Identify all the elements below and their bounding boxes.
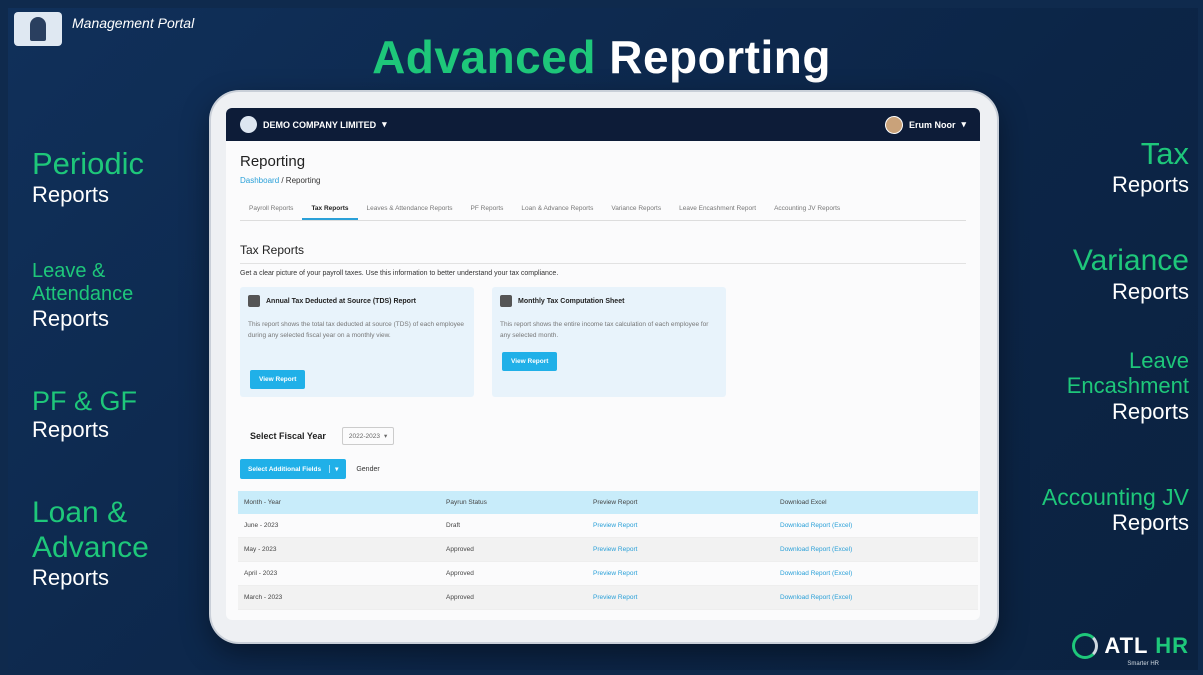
title-white: Reporting [609, 31, 831, 83]
download-report-link[interactable]: Download Report (Excel) [774, 537, 978, 562]
app-content: Reporting Dashboard / Reporting Payroll … [226, 141, 980, 620]
table-row: April - 2023 Approved Preview Report Dow… [238, 561, 978, 586]
tab-payroll-reports[interactable]: Payroll Reports [240, 199, 302, 220]
label-pf-gf: PF & GF Reports [32, 386, 138, 443]
tab-loan-advance-reports[interactable]: Loan & Advance Reports [512, 199, 602, 220]
printer-icon [500, 295, 512, 307]
label-leave-encashment: Leave Encashment Reports [1066, 348, 1189, 424]
company-logo-icon [240, 116, 257, 133]
avatar [884, 115, 903, 134]
download-report-link[interactable]: Download Report (Excel) [774, 514, 978, 538]
col-month-year: Month - Year [238, 491, 440, 514]
view-report-button[interactable]: View Report [250, 370, 306, 389]
tab-tax-reports[interactable]: Tax Reports [302, 199, 358, 220]
label-accounting-jv: Accounting JV Reports [1041, 484, 1189, 536]
table-row: March - 2023 Approved Preview Report Dow… [238, 585, 978, 610]
col-payrun-status: Payrun Status [440, 491, 587, 514]
table-header-row: Month - Year Payrun Status Preview Repor… [238, 491, 978, 514]
table-row: May - 2023 Approved Preview Report Downl… [238, 537, 978, 562]
brand-tagline: Smarter HR [1127, 661, 1159, 667]
title-green: Advanced [372, 31, 596, 83]
select-additional-fields-button[interactable]: Select Additional Fields ▾ [240, 459, 347, 479]
card-text: This report shows the entire income tax … [500, 321, 709, 340]
user-name: Erum Noor [908, 119, 956, 130]
divider [240, 263, 966, 264]
atl-logo-icon [1072, 633, 1099, 659]
portal-label: Management Portal [72, 15, 195, 31]
preview-report-link[interactable]: Preview Report [587, 514, 774, 538]
reports-table: Month - Year Payrun Status Preview Repor… [238, 491, 978, 610]
tab-leaves-attendance-reports[interactable]: Leaves & Attendance Reports [358, 199, 462, 220]
download-report-link[interactable]: Download Report (Excel) [774, 585, 978, 610]
app-topbar: DEMO COMPANY LIMITED ▾ Erum Noor ▾ [226, 108, 980, 141]
fiscal-year-row: Select Fiscal Year 2022-2023 ▾ [250, 427, 966, 445]
report-icon [248, 295, 260, 307]
report-tabs: Payroll Reports Tax Reports Leaves & Att… [240, 199, 966, 221]
breadcrumb-dashboard-link[interactable]: Dashboard [240, 176, 279, 185]
report-card-tds: Annual Tax Deducted at Source (TDS) Repo… [240, 287, 474, 397]
label-loan-advance: Loan & Advance Reports [32, 496, 149, 590]
chevron-down-icon: ▾ [382, 119, 387, 129]
app-screen: DEMO COMPANY LIMITED ▾ Erum Noor ▾ Repor… [226, 108, 980, 620]
breadcrumb: Dashboard / Reporting [240, 176, 966, 185]
atl-hr-logo: ATL HR [1072, 633, 1189, 659]
brand-hr: HR [1155, 633, 1189, 658]
fiscal-year-label: Select Fiscal Year [250, 431, 326, 441]
preview-report-link[interactable]: Preview Report [587, 561, 774, 586]
fiscal-year-select[interactable]: 2022-2023 ▾ [341, 427, 395, 445]
col-preview-report: Preview Report [587, 491, 774, 514]
preview-report-link[interactable]: Preview Report [587, 585, 774, 610]
report-card-monthly-tax: Monthly Tax Computation Sheet This repor… [492, 287, 726, 397]
table-row: June - 2023 Draft Preview Report Downloa… [238, 514, 978, 538]
download-report-link[interactable]: Download Report (Excel) [774, 561, 978, 586]
chevron-down-icon: ▾ [383, 433, 388, 440]
preview-report-link[interactable]: Preview Report [587, 537, 774, 562]
col-download-excel: Download Excel [774, 491, 978, 514]
brand-atl: ATL [1104, 633, 1149, 658]
card-text: This report shows the total tax deducted… [248, 321, 465, 340]
label-leave-attendance: Leave & Attendance Reports [32, 260, 134, 331]
app-page-title: Reporting [240, 153, 306, 170]
label-tax: Tax Reports [1111, 136, 1189, 197]
section-title: Tax Reports [240, 243, 305, 257]
label-periodic: Periodic Reports [32, 146, 144, 207]
view-report-button[interactable]: View Report [502, 352, 558, 371]
company-name: DEMO COMPANY LIMITED [263, 119, 377, 130]
report-cards: Annual Tax Deducted at Source (TDS) Repo… [240, 287, 966, 397]
chevron-down-icon: ▾ [961, 119, 966, 129]
label-variance: Variance Reports [1072, 244, 1189, 304]
tablet-frame: DEMO COMPANY LIMITED ▾ Erum Noor ▾ Repor… [211, 92, 997, 642]
page-title: Advanced Reporting [0, 30, 1203, 84]
user-menu[interactable]: Erum Noor ▾ [884, 115, 966, 134]
card-title: Monthly Tax Computation Sheet [518, 297, 625, 305]
company-selector[interactable]: DEMO COMPANY LIMITED ▾ [240, 116, 387, 133]
chevron-down-icon: ▾ [329, 465, 338, 473]
tab-variance-reports[interactable]: Variance Reports [602, 199, 670, 220]
additional-fields-row: Select Additional Fields ▾ Gender [240, 459, 966, 479]
tab-pf-reports[interactable]: PF Reports [462, 199, 513, 220]
card-title: Annual Tax Deducted at Source (TDS) Repo… [266, 297, 416, 305]
gender-field: Gender [356, 465, 380, 473]
tab-leave-encashment-report[interactable]: Leave Encashment Report [670, 199, 765, 220]
tab-accounting-jv-reports[interactable]: Accounting JV Reports [765, 199, 849, 220]
breadcrumb-current: / Reporting [279, 176, 321, 185]
section-description: Get a clear picture of your payroll taxe… [240, 270, 559, 277]
